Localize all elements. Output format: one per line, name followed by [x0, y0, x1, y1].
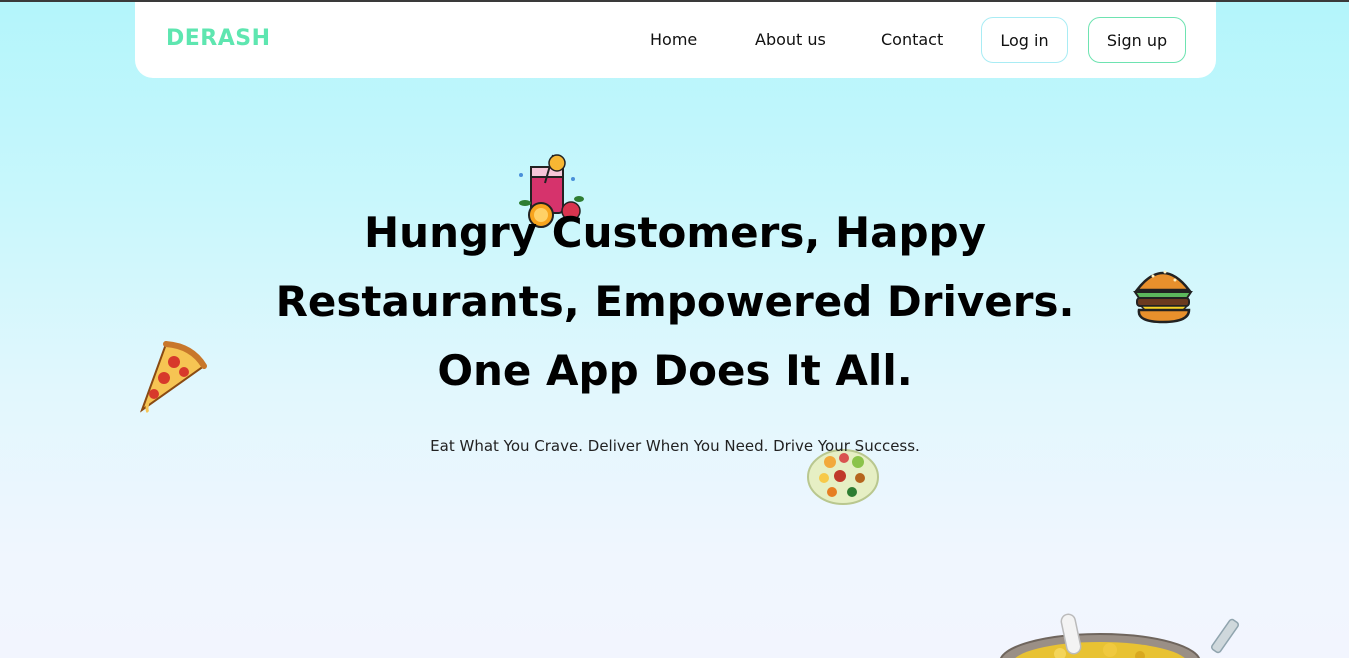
- hero-subtitle: Eat What You Crave. Deliver When You Nee…: [430, 437, 920, 455]
- food-plate-icon: [807, 449, 879, 505]
- hero-title-line-1: Hungry Customers, Happy: [364, 208, 986, 257]
- signup-button[interactable]: Sign up: [1088, 17, 1186, 63]
- nav-link-about-us[interactable]: About us: [755, 30, 826, 49]
- food-bowl-image: [999, 613, 1239, 658]
- navbar: DERASH Home About us Contact Log in Sign…: [135, 2, 1216, 78]
- pizza-icon: [139, 341, 207, 414]
- burger-icon: [1133, 270, 1193, 324]
- login-button[interactable]: Log in: [981, 17, 1068, 63]
- hero-title: Hungry Customers, Happy Restaurants, Emp…: [240, 198, 1110, 405]
- hero-title-line-3: One App Does It All.: [437, 346, 913, 395]
- nav-link-contact[interactable]: Contact: [881, 30, 943, 49]
- nav-link-home[interactable]: Home: [650, 30, 697, 49]
- hero-title-line-2: Restaurants, Empowered Drivers.: [275, 277, 1075, 326]
- brand-logo[interactable]: DERASH: [166, 26, 271, 51]
